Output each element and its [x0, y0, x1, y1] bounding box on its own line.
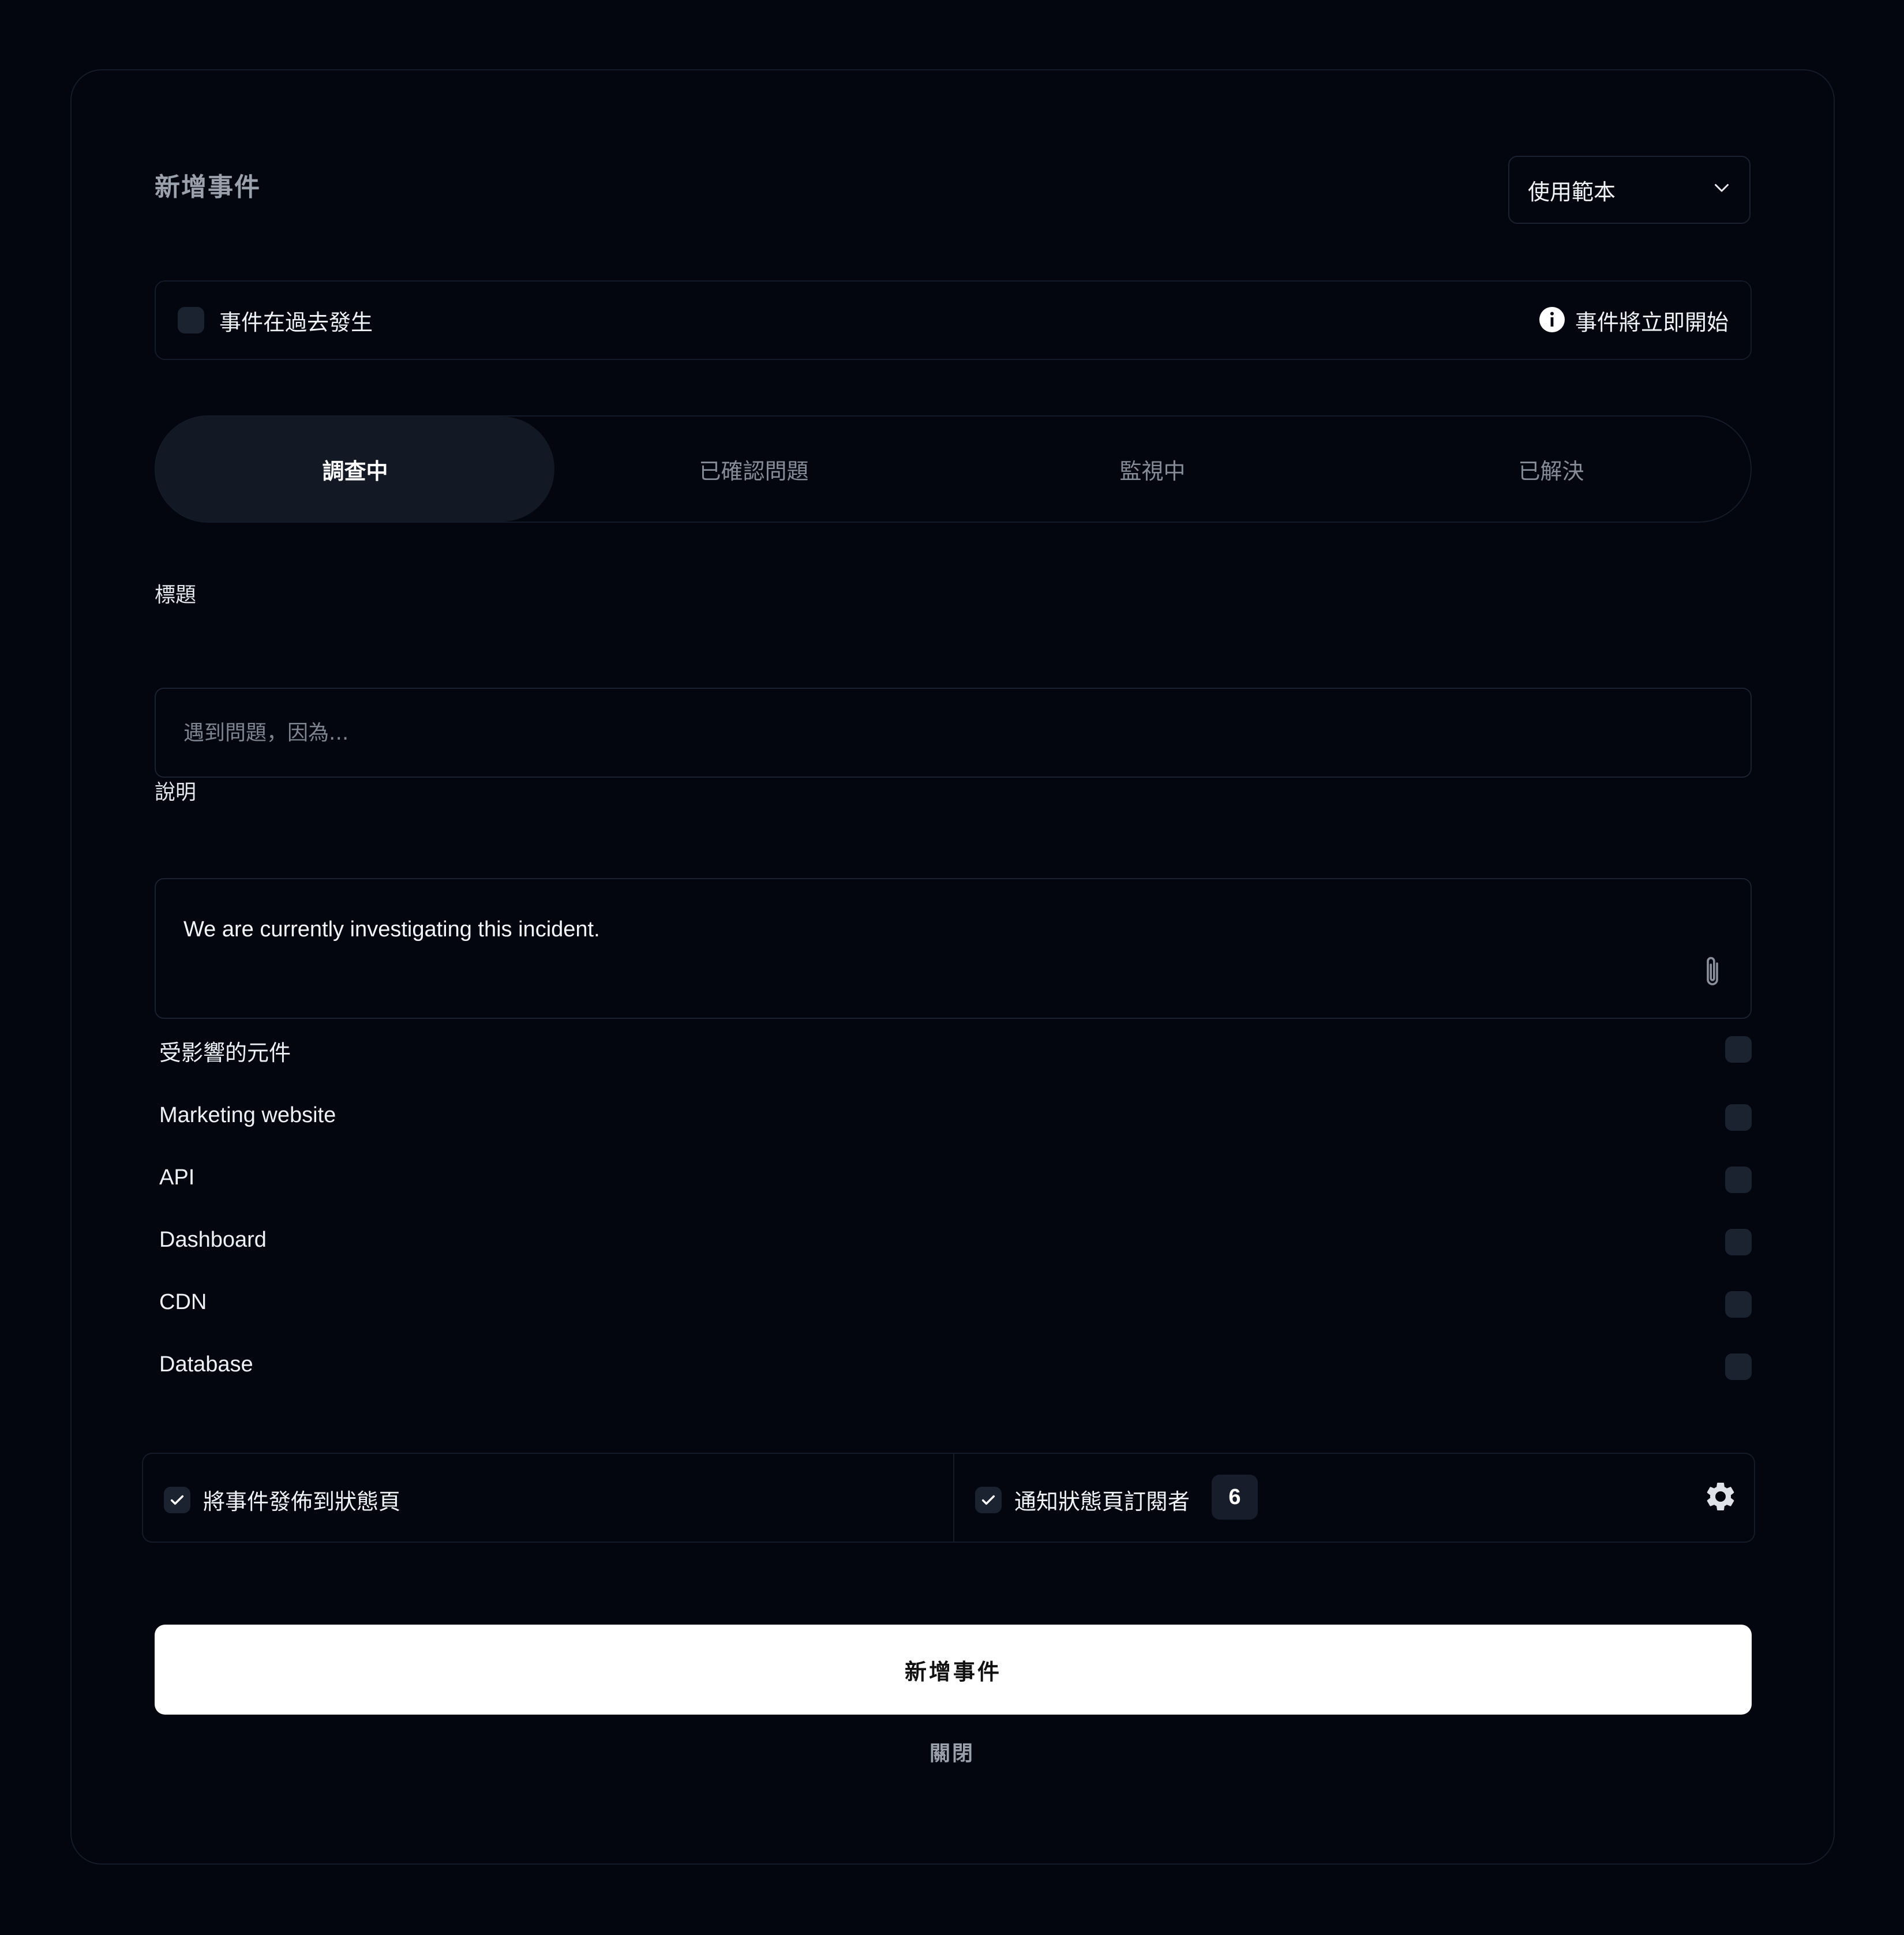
chevron-down-icon: [1711, 177, 1732, 203]
title-field: [155, 688, 1752, 778]
description-textarea[interactable]: [183, 917, 1626, 987]
tab-identified[interactable]: 已確認問題: [554, 417, 953, 522]
options-divider: [953, 1454, 954, 1542]
gear-icon[interactable]: [1703, 1479, 1738, 1516]
start-info: 事件將立即開始: [1538, 305, 1729, 336]
tab-resolved[interactable]: 已解決: [1352, 417, 1751, 522]
notify-option: 通知狀態頁訂閱者: [975, 1484, 1190, 1516]
title-input[interactable]: [183, 721, 1751, 745]
publish-options: 將事件發佈到狀態頁 通知狀態頁訂閱者: [142, 1453, 1755, 1543]
component-label-cdn: CDN: [159, 1290, 207, 1314]
paperclip-icon[interactable]: [1700, 954, 1725, 993]
close-button[interactable]: 關閉: [877, 1737, 1027, 1767]
tab-investigating[interactable]: 調查中: [156, 417, 554, 522]
past-occurrence-toggle[interactable]: [178, 307, 204, 333]
component-toggle-cdn[interactable]: [1725, 1291, 1752, 1318]
template-select[interactable]: 使用範本: [1508, 156, 1751, 224]
info-text: 事件將立即開始: [1575, 310, 1729, 335]
status-segmented-control: 調查中 已確認問題 監視中 已解決: [155, 415, 1752, 523]
component-toggle-database[interactable]: [1725, 1353, 1752, 1380]
component-toggle-marketing-website[interactable]: [1725, 1104, 1752, 1131]
publish-label: 將事件發佈到狀態頁: [203, 1489, 401, 1514]
component-label-dashboard: Dashboard: [159, 1228, 267, 1252]
affected-components-header: 受影響的元件: [159, 1040, 291, 1066]
description-field-label: 說明: [155, 781, 197, 804]
component-label-marketing-website: Marketing website: [159, 1103, 336, 1127]
subscriber-count-badge: 6: [1212, 1475, 1258, 1520]
component-toggle-api[interactable]: [1725, 1167, 1752, 1193]
component-label-api: API: [159, 1165, 195, 1190]
past-occurrence-label: 事件在過去發生: [219, 310, 373, 335]
affected-components-toggle-all[interactable]: [1725, 1036, 1752, 1063]
description-field: [155, 878, 1752, 1019]
component-label-database: Database: [159, 1352, 253, 1377]
past-occurrence-box: 事件在過去發生 事件將立即開始: [155, 280, 1752, 360]
title-field-label: 標題: [155, 583, 197, 607]
check-icon: [170, 1495, 184, 1505]
publish-option: 將事件發佈到狀態頁: [164, 1484, 400, 1516]
notify-label: 通知狀態頁訂閱者: [1014, 1489, 1190, 1514]
template-select-value: 使用範本: [1528, 179, 1616, 205]
component-toggle-dashboard[interactable]: [1725, 1229, 1752, 1255]
create-incident-button[interactable]: 新增事件: [155, 1625, 1752, 1715]
new-incident-dialog: 新增事件 使用範本 事件在過去發生 事件將立即開始 調查中 已確認問題 監視中 …: [70, 69, 1835, 1865]
check-icon: [981, 1495, 995, 1505]
notify-checkbox[interactable]: [975, 1486, 1002, 1513]
publish-checkbox[interactable]: [164, 1486, 190, 1513]
dialog-title: 新增事件: [155, 172, 261, 202]
info-icon: [1538, 306, 1566, 336]
tab-monitoring[interactable]: 監視中: [953, 417, 1352, 522]
